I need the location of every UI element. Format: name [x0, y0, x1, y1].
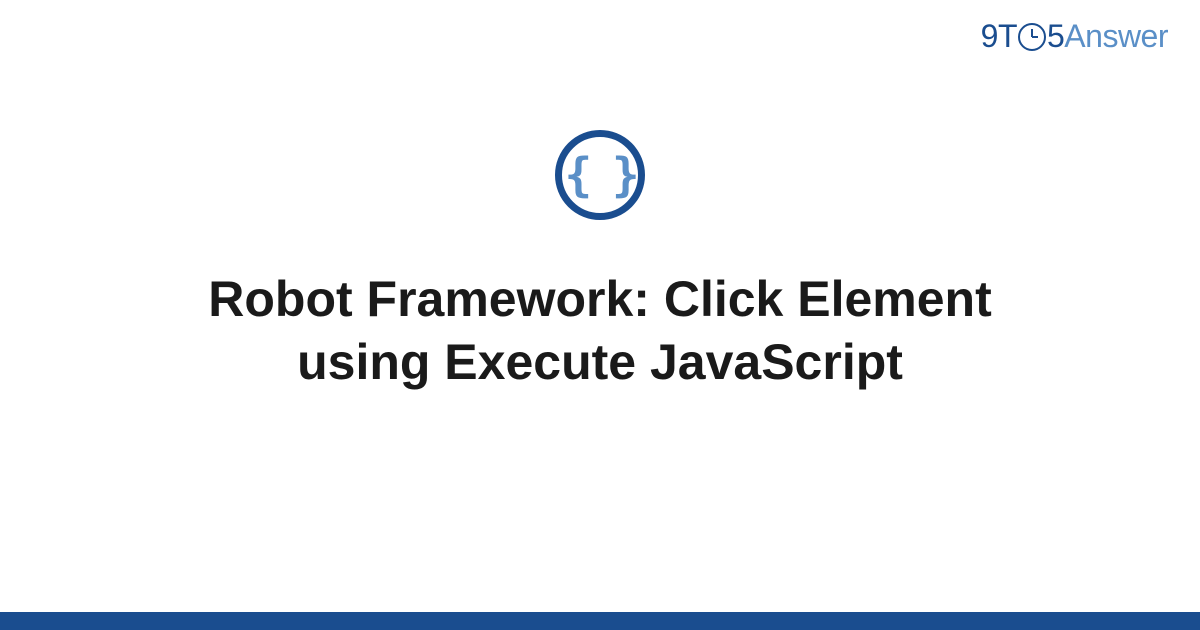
site-logo[interactable]: 9T 5Answer [981, 18, 1168, 55]
code-braces-icon: { } [555, 130, 645, 220]
braces-glyph: { } [564, 148, 635, 202]
clock-icon [1018, 23, 1046, 51]
logo-text-9t: 9T [981, 18, 1017, 54]
logo-text-5: 5 [1047, 18, 1064, 54]
footer-bar [0, 612, 1200, 630]
page-title: Robot Framework: Click Element using Exe… [100, 268, 1100, 393]
logo-text-answer: Answer [1064, 18, 1168, 54]
main-content: { } Robot Framework: Click Element using… [0, 130, 1200, 393]
